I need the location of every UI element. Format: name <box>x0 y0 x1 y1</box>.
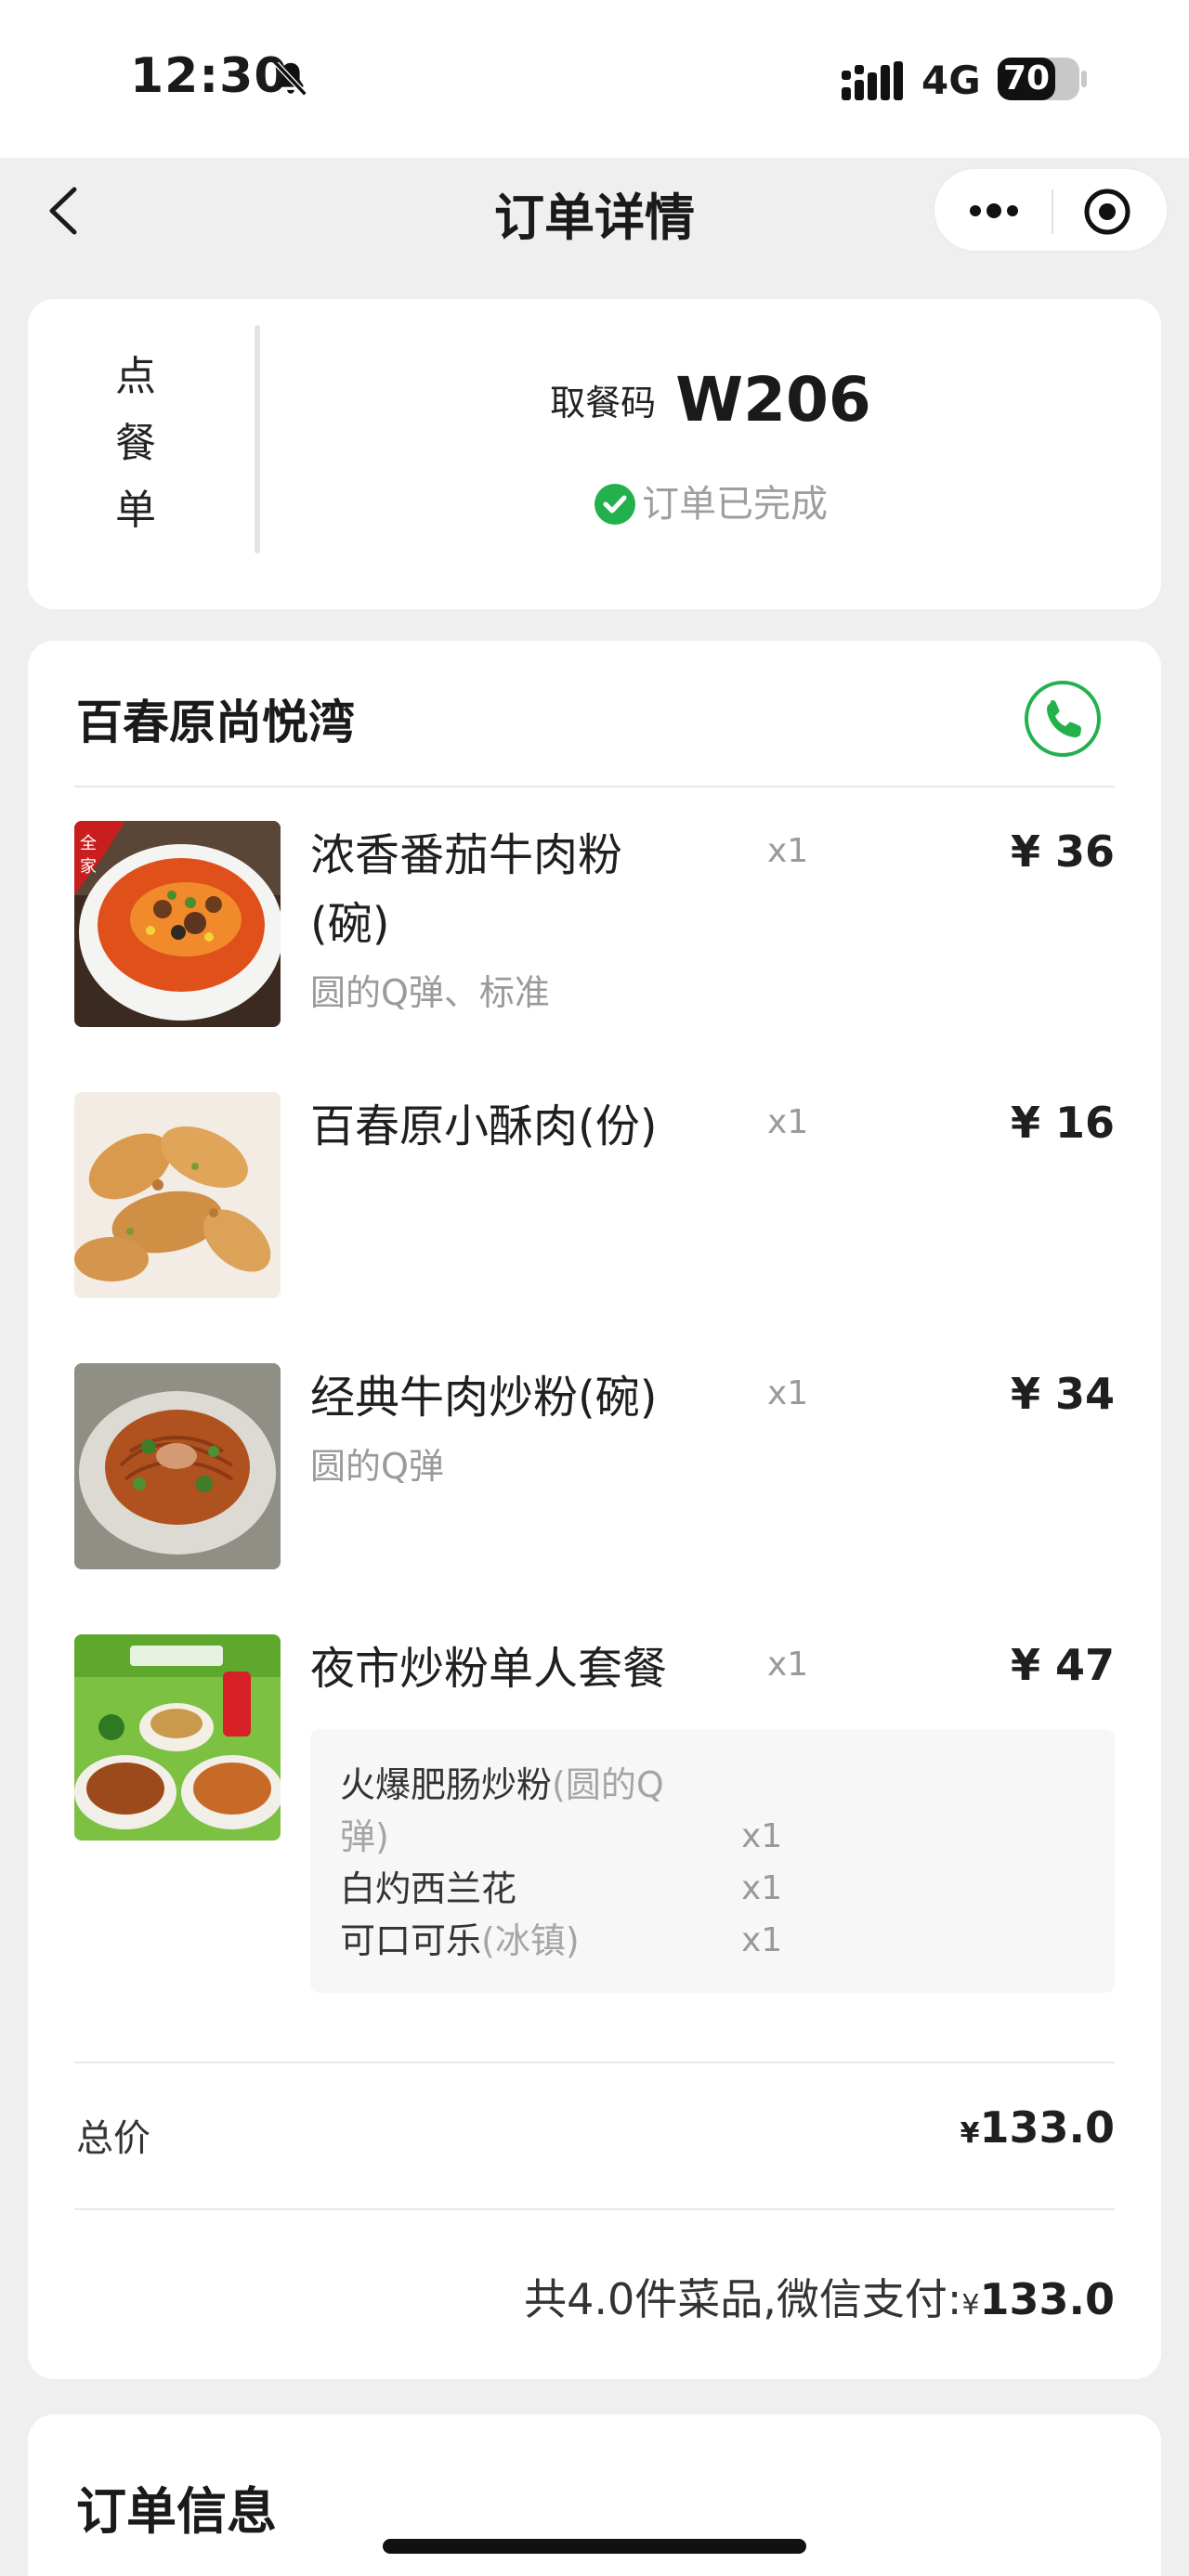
divider <box>74 2208 1115 2210</box>
divider <box>74 786 1115 787</box>
phone-icon[interactable] <box>1024 680 1102 758</box>
combo-item-qty: x1 <box>741 1869 783 1907</box>
divider <box>74 2062 1115 2063</box>
order-info-title: 订单信息 <box>76 2482 277 2541</box>
order-item: 夜市炒粉单人套餐 x1 ¥ 47 火爆肥肠炒粉(圆的Q弹) x1 白灼西兰花 x… <box>74 1634 1115 2006</box>
battery-icon: 70 <box>998 58 1079 100</box>
item-name: 浓香番茄牛肉粉 (碗) <box>310 821 719 958</box>
pickup-card: 点 餐 单 取餐码 W206 订单已完成 <box>28 299 1161 609</box>
item-price: ¥ 34 <box>1010 1369 1115 1419</box>
item-name-line: 百春原小酥肉(份) <box>310 1100 658 1152</box>
total-price: ¥133.0 <box>960 2102 1115 2153</box>
close-miniprogram-icon[interactable] <box>1083 188 1131 236</box>
combo-item-qty: x1 <box>741 1817 783 1855</box>
combo-contents: 火爆肥肠炒粉(圆的Q弹) x1 白灼西兰花 x1 可口可乐(冰镇) x1 <box>310 1729 1115 1993</box>
total-label: 总价 <box>76 2117 150 2160</box>
svg-text:全: 全 <box>80 834 97 853</box>
item-qty: x1 <box>767 1374 809 1412</box>
payment-summary-text: 共4.0件菜品,微信支付: <box>524 2274 962 2324</box>
order-item: 全 家 浓香番茄牛肉粉 (碗) 圆的Q弹、标准 x1 ¥ 36 <box>74 821 1115 1044</box>
item-name-line: 夜市炒粉单人套餐 <box>310 1643 668 1695</box>
signal-icon <box>842 61 903 100</box>
miniprogram-capsule <box>933 167 1169 253</box>
combo-item-spec: (冰镇) <box>481 1920 580 1961</box>
more-dots-icon[interactable] <box>966 197 1022 225</box>
order-status: 订单已完成 <box>260 474 1161 527</box>
order-type-char: 餐 <box>115 420 156 467</box>
order-type-char: 单 <box>115 487 156 534</box>
item-name-line: 经典牛肉炒粉(碗) <box>310 1372 658 1424</box>
network-type: 4G <box>921 58 981 103</box>
battery-percent: 70 <box>1002 59 1051 98</box>
capsule-divider <box>1052 189 1053 234</box>
item-spec: 圆的Q弹、标准 <box>310 972 550 1013</box>
status-time: 12:30 <box>130 48 289 104</box>
item-price: ¥ 36 <box>1010 826 1115 877</box>
item-name-line: (碗) <box>310 898 390 950</box>
item-price: ¥ 47 <box>1010 1640 1115 1690</box>
status-bar: 12:30 4G 70 订单详情 <box>0 0 1189 253</box>
combo-item-title: 白灼西兰花 <box>340 1868 517 1909</box>
combo-item: 火爆肥肠炒粉(圆的Q弹) x1 <box>340 1759 1115 1863</box>
order-type-char: 点 <box>115 353 156 400</box>
combo-item-name: 可口可乐(冰镇) <box>340 1915 693 1967</box>
combo-item: 白灼西兰花 x1 <box>340 1863 1115 1915</box>
combo-item-qty: x1 <box>741 1921 783 1959</box>
currency-symbol: ¥ <box>960 2117 980 2150</box>
fried-noodle-image <box>74 1363 281 1569</box>
battery-tip <box>1081 71 1087 87</box>
crispy-pork-image <box>74 1092 281 1298</box>
store-name: 百春原尚悦湾 <box>76 696 355 749</box>
order-item: 百春原小酥肉(份) x1 ¥ 16 <box>74 1092 1115 1315</box>
payment-summary: 共4.0件菜品,微信支付:¥133.0 <box>524 2266 1115 2327</box>
total-price-value: 133.0 <box>979 2102 1115 2153</box>
combo-item-name: 火爆肥肠炒粉(圆的Q弹) <box>340 1759 693 1863</box>
item-name: 经典牛肉炒粉(碗) <box>310 1363 719 1432</box>
item-qty: x1 <box>767 1103 809 1141</box>
check-circle-icon <box>594 484 635 525</box>
tomato-beef-noodle-image: 全 家 <box>74 821 281 1027</box>
pickup-code: 取餐码 W206 <box>260 364 1161 436</box>
item-spec: 圆的Q弹 <box>310 1446 444 1487</box>
combo-set-image <box>74 1634 281 1841</box>
order-items-card: 百春原尚悦湾 全 家 浓香番茄牛肉粉 (碗) 圆的Q弹、标准 x1 ¥ 36 百… <box>28 641 1161 2379</box>
pickup-code-value: W206 <box>675 364 871 436</box>
bell-muted-icon <box>274 61 307 97</box>
item-name: 夜市炒粉单人套餐 <box>310 1634 719 1703</box>
payment-amount: 133.0 <box>979 2274 1115 2324</box>
combo-item: 可口可乐(冰镇) x1 <box>340 1915 1115 1967</box>
combo-item-title: 可口可乐 <box>340 1920 482 1961</box>
home-indicator <box>383 2539 806 2554</box>
order-status-text: 订单已完成 <box>642 483 828 526</box>
combo-item-name: 白灼西兰花 <box>340 1863 693 1915</box>
pickup-code-label: 取餐码 <box>550 383 657 423</box>
item-qty: x1 <box>767 832 809 870</box>
item-name-line: 浓香番茄牛肉粉 <box>310 829 623 881</box>
order-item: 经典牛肉炒粉(碗) 圆的Q弹 x1 ¥ 34 <box>74 1363 1115 1586</box>
currency-symbol: ¥ <box>961 2289 980 2322</box>
svg-text:家: 家 <box>80 857 97 877</box>
item-price: ¥ 16 <box>1010 1098 1115 1148</box>
combo-item-title: 火爆肥肠炒粉 <box>340 1764 553 1805</box>
item-name: 百春原小酥肉(份) <box>310 1092 719 1161</box>
order-type-label: 点 餐 单 <box>111 344 160 544</box>
item-qty: x1 <box>767 1646 809 1684</box>
